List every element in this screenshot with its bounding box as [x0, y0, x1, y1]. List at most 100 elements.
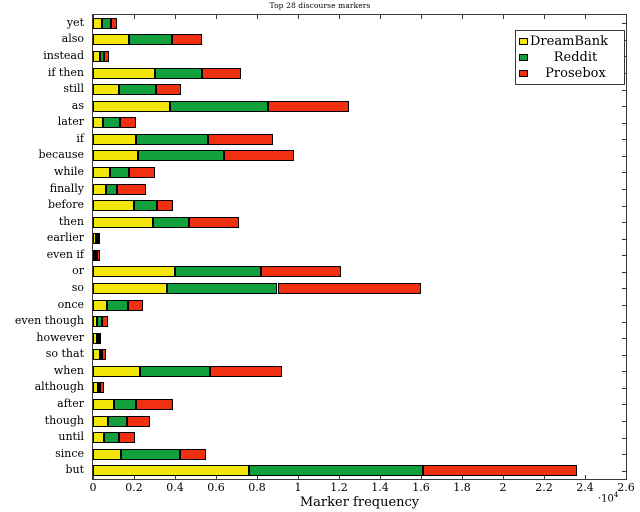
legend-swatch-icon — [519, 37, 528, 45]
bar-segment-reddit — [166, 282, 278, 294]
y-tick — [622, 371, 626, 373]
bar-segment-prosebox — [100, 382, 105, 394]
legend-item-dreambank[interactable]: DreamBank — [519, 33, 621, 49]
bar-segment-reddit — [136, 133, 208, 145]
bar-segment-reddit — [107, 299, 128, 311]
chart-title: Top 28 discourse markers — [269, 1, 371, 10]
bar-segment-reddit — [110, 166, 129, 178]
y-axis-label-finally: finally — [49, 181, 84, 195]
legend-item-reddit[interactable]: Reddit — [519, 49, 621, 65]
bar-segment-dreambank — [93, 34, 129, 46]
x-axis-multiplier: ·104 — [598, 491, 618, 504]
bar-segment-prosebox — [127, 299, 144, 311]
x-tick — [380, 15, 381, 19]
y-axis-label-so: so — [71, 280, 84, 294]
bar-segment-reddit — [101, 17, 112, 29]
x-tick — [421, 15, 422, 19]
bar-segment-prosebox — [207, 133, 274, 145]
x-tick — [462, 15, 463, 19]
y-axis-label-when: when — [53, 363, 84, 377]
bar-segment-dreambank — [93, 17, 102, 29]
legend-label: DreamBank — [530, 33, 608, 49]
bar-segment-reddit — [113, 398, 137, 410]
x-tick-label: 1.4 — [371, 481, 389, 494]
bar-segment-reddit — [97, 382, 101, 394]
bar-segment-reddit — [120, 448, 181, 460]
chart-legend: DreamBank Reddit Prosebox — [515, 30, 625, 85]
x-tick-label: 0.4 — [166, 481, 184, 494]
y-tick — [622, 454, 626, 456]
y-tick — [622, 189, 626, 190]
legend-item-prosebox[interactable]: Prosebox — [519, 65, 621, 81]
bar-segment-dreambank — [93, 67, 155, 79]
bar-segment-prosebox — [102, 316, 108, 328]
y-axis-label-later: later — [57, 115, 84, 129]
bar-segment-reddit — [169, 100, 269, 112]
y-axis-label-earlier: earlier — [46, 231, 84, 245]
bar-segment-dreambank — [93, 349, 100, 361]
legend-swatch-icon — [519, 53, 528, 61]
bar-segment-dreambank — [93, 299, 108, 311]
bar-chart: Top 28 discourse markers yet also instead i… — [0, 0, 640, 512]
bar-segment-dreambank — [93, 166, 111, 178]
x-tick — [585, 15, 586, 19]
x-tick — [626, 15, 627, 19]
x-tick-label: 1.2 — [330, 481, 348, 494]
x-tick — [257, 15, 258, 19]
y-axis-label-once: once — [57, 297, 84, 311]
y-tick — [622, 321, 626, 323]
y-axis-label-though: though — [44, 413, 84, 427]
x-tick-label: 2.4 — [576, 481, 594, 494]
y-tick — [622, 122, 626, 124]
y-tick — [622, 421, 626, 422]
x-tick — [175, 15, 176, 19]
y-tick — [622, 288, 626, 290]
y-tick — [622, 222, 626, 224]
y-axis-label-since: since — [55, 446, 84, 460]
bar-segment-dreambank — [93, 432, 105, 444]
bar-segment-prosebox — [126, 415, 151, 427]
bar-segment-prosebox — [104, 50, 110, 62]
y-axis-label-after: after — [57, 396, 84, 410]
x-axis-title: Marker frequency — [299, 495, 420, 510]
x-tick — [216, 15, 217, 19]
bar-segment-reddit — [95, 249, 98, 261]
bar-segment-dreambank — [93, 100, 170, 112]
bar-segment-reddit — [154, 67, 202, 79]
x-tick — [298, 15, 299, 19]
bar-segment-prosebox — [224, 150, 294, 162]
bar-segment-dreambank — [93, 382, 98, 394]
bar-segment-reddit — [140, 365, 210, 377]
x-tick-label: 0.8 — [248, 481, 266, 494]
y-tick — [622, 106, 626, 108]
bar-segment-prosebox — [261, 266, 342, 278]
bar-segment-prosebox — [111, 17, 118, 29]
y-axis-label-because: because — [38, 148, 84, 162]
legend-label: Prosebox — [545, 65, 606, 81]
bar-segment-prosebox — [189, 216, 239, 228]
y-tick — [622, 172, 626, 174]
bar-segment-reddit — [108, 415, 127, 427]
y-axis-label-before: before — [47, 198, 84, 212]
y-axis-label-then: then — [58, 214, 84, 228]
bar-segment-reddit — [95, 233, 98, 245]
bar-segment-reddit — [99, 50, 105, 62]
y-axis-label-so-that: so that — [45, 347, 84, 361]
bar-segment-reddit — [118, 84, 156, 96]
y-tick — [622, 155, 626, 157]
bar-segment-prosebox — [155, 84, 182, 96]
bar-segment-dreambank — [93, 316, 98, 328]
y-axis-label-if-then: if then — [47, 65, 84, 79]
x-tick-label: 0 — [89, 481, 97, 494]
y-tick — [622, 470, 626, 472]
y-tick — [622, 139, 626, 141]
x-tick-label: 2.2 — [535, 481, 553, 494]
bar-segment-reddit — [138, 150, 225, 162]
bar-segment-dreambank — [93, 200, 134, 212]
y-axis-label-but: but — [65, 463, 84, 477]
bar-segment-prosebox — [116, 183, 147, 195]
x-tick — [626, 475, 627, 479]
x-tick-label: 0.2 — [125, 481, 143, 494]
x-multiplier-exponent: 4 — [613, 491, 619, 499]
y-tick — [622, 255, 626, 257]
